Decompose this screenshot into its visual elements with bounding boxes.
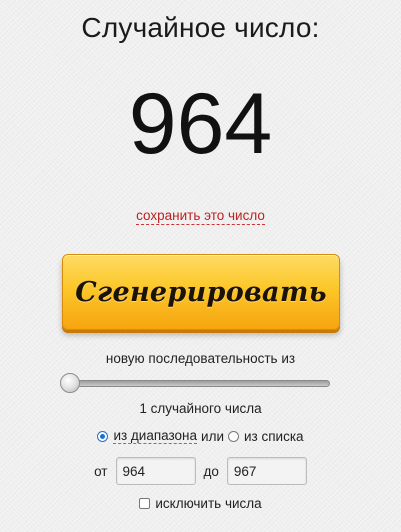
count-slider-handle[interactable] [60, 373, 80, 393]
to-label: до [203, 463, 219, 479]
exclude-label[interactable]: исключить числа [155, 496, 261, 511]
page-title: Случайное число: [81, 12, 320, 43]
random-number: 964 [128, 76, 273, 172]
exclude-checkbox[interactable] [139, 498, 151, 509]
list-mode-radio[interactable] [228, 430, 239, 442]
range-mode-radio[interactable] [97, 430, 109, 442]
count-label: 1 случайного числа [139, 401, 262, 416]
from-input[interactable] [115, 457, 196, 485]
mode-separator: или [201, 428, 224, 444]
range-inputs: от до [0, 457, 401, 485]
list-mode-label[interactable]: из списка [244, 429, 304, 444]
exclude-row: исключить числа [0, 496, 401, 511]
generate-button-label: Сгенерировать [75, 276, 327, 308]
range-mode-label[interactable]: из диапазона [113, 428, 198, 444]
from-label: от [94, 463, 108, 479]
generate-button[interactable]: Сгенерировать [62, 254, 340, 330]
to-input[interactable] [226, 457, 307, 485]
count-slider-track[interactable] [66, 380, 330, 387]
mode-selector: из диапазона или из списка [0, 428, 401, 444]
save-number-link[interactable]: сохранить это число [136, 208, 265, 225]
save-number-row: сохранить это число [0, 208, 401, 225]
sequence-label: новую последовательность из [105, 351, 296, 366]
